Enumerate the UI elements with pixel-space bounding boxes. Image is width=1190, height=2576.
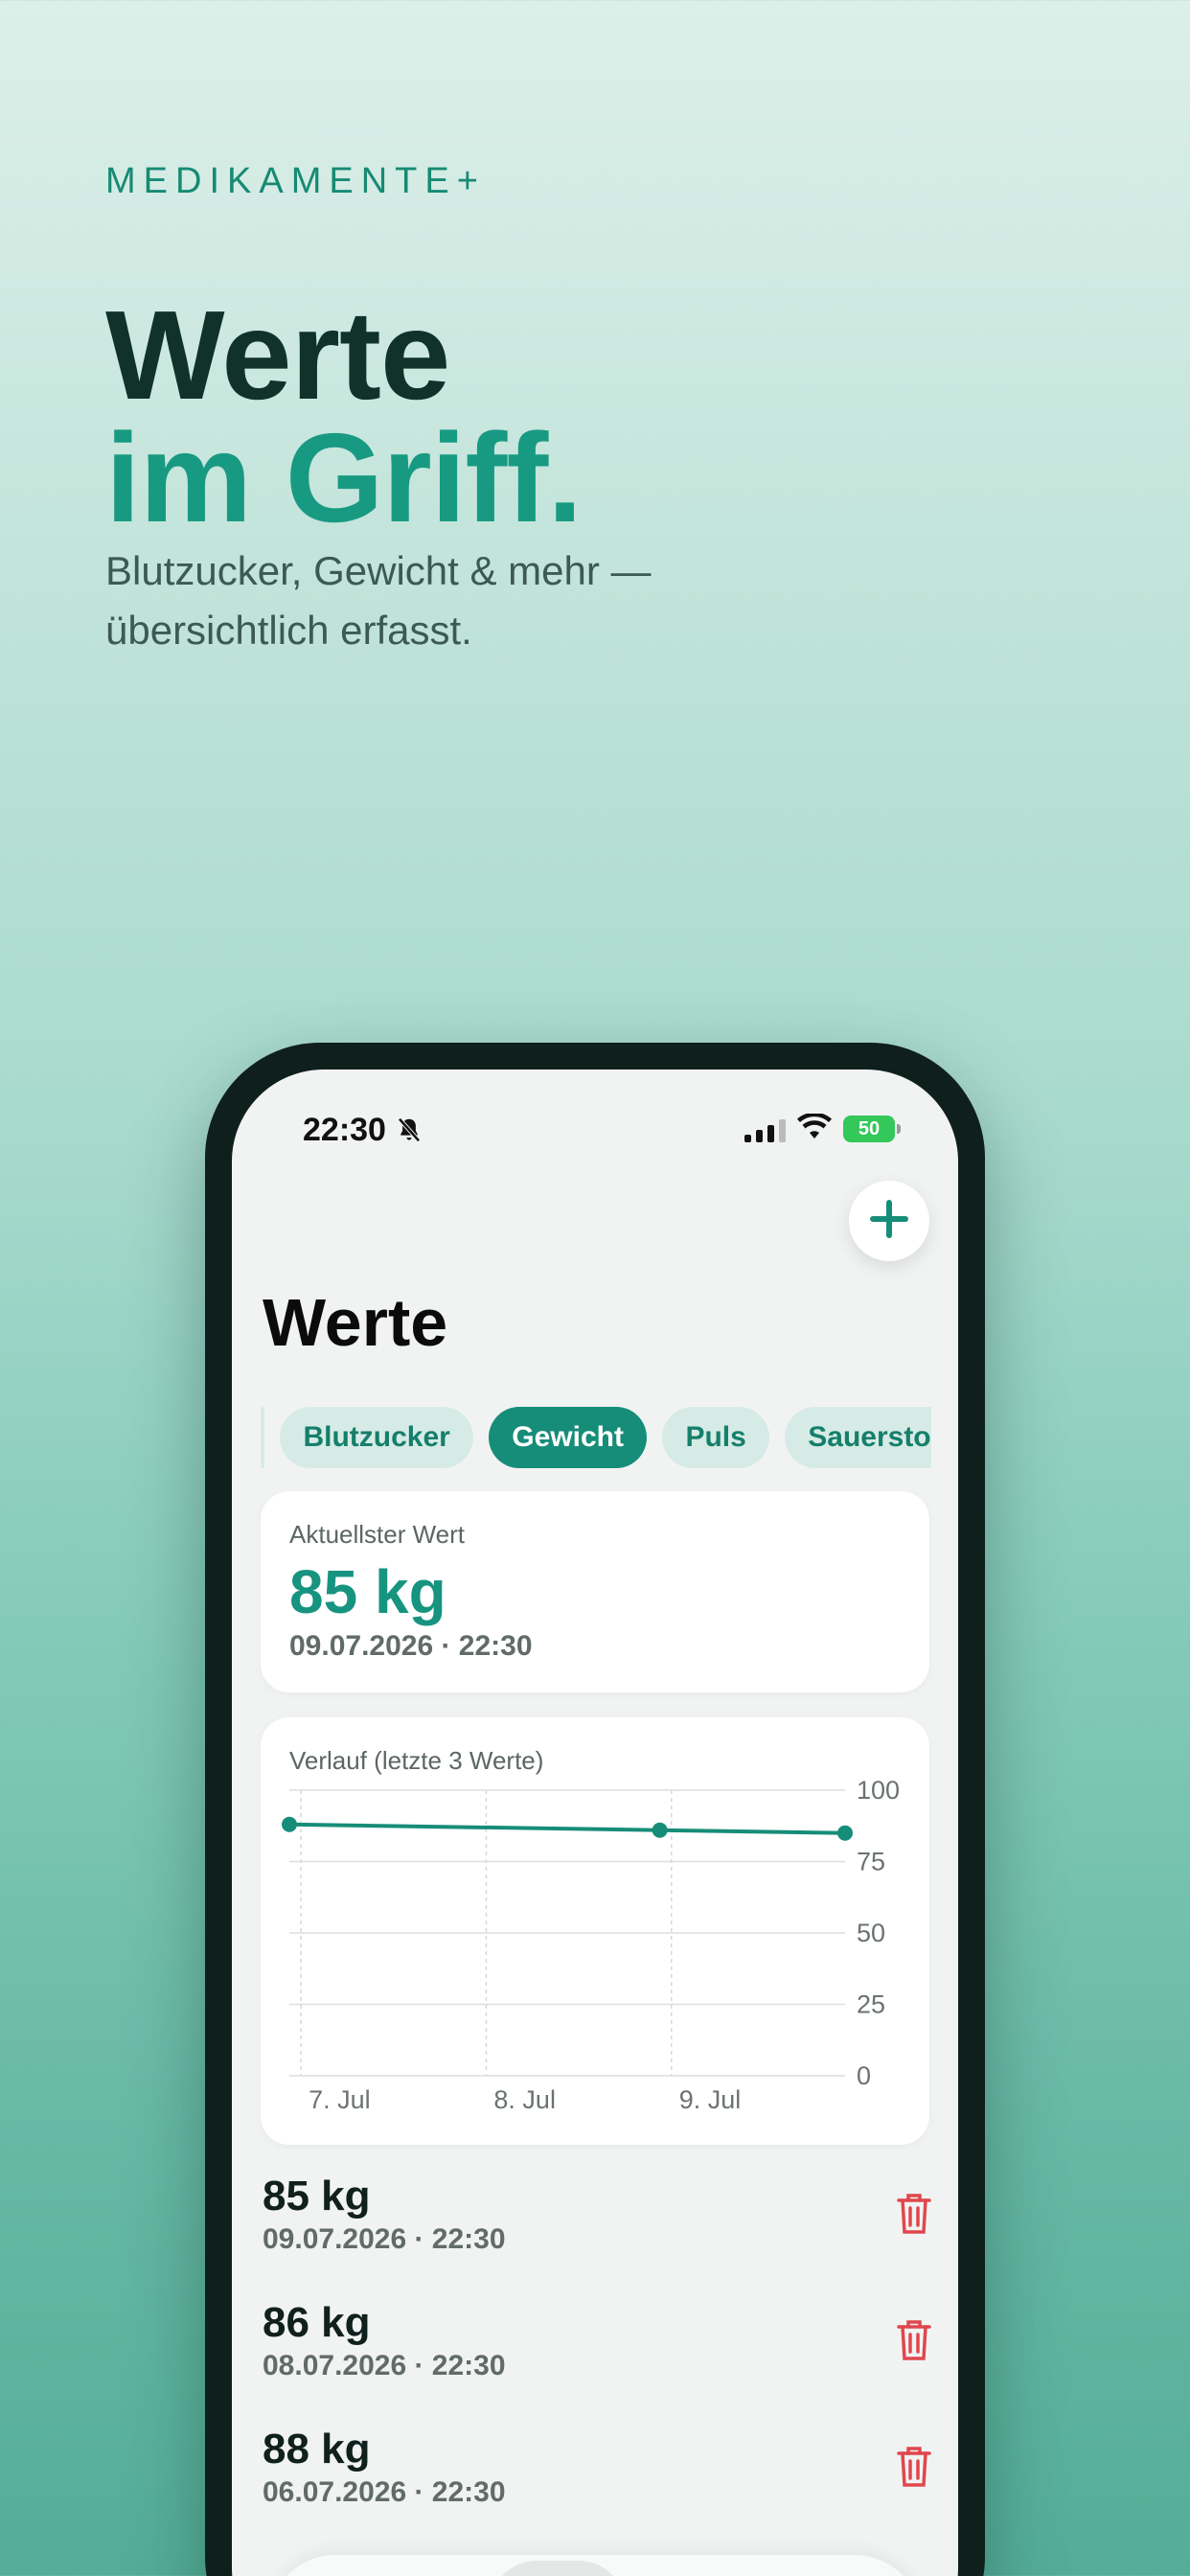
latest-value-label: Aktuellster Wert [289, 1520, 466, 1549]
cellular-signal-icon [744, 1119, 786, 1142]
filter-chip-gewicht[interactable]: Gewicht [489, 1407, 647, 1468]
battery-icon: 50 [843, 1116, 901, 1142]
filter-chip-sauerstoff[interactable]: Sauerstoff [785, 1407, 931, 1468]
phone-frame: 22:30 50 Werte Blutzucker Gewicht Puls S… [205, 1043, 985, 2576]
x-tick-label: 9. Jul [679, 2085, 742, 2114]
wifi-icon [797, 1112, 832, 1145]
trash-icon [897, 2320, 931, 2360]
bell-muted-icon [395, 1116, 423, 1149]
latest-value-card: Aktuellster Wert 85 kg 09.07.2026 · 22:3… [261, 1491, 929, 1692]
brand-label: MEDIKAMENTE+ [105, 161, 486, 201]
trend-chart: 0 25 50 75 100 7. Jul 8. Jul 9. Jul [282, 1776, 900, 2114]
y-tick-label: 50 [857, 1919, 885, 1947]
entry-row[interactable]: 86 kg 08.07.2026 · 22:30 [263, 2298, 933, 2425]
filter-chip-blutzucker[interactable]: Blutzucker [280, 1407, 473, 1468]
trash-icon [897, 2194, 931, 2234]
entry-date: 06.07.2026 · 22:30 [263, 2476, 506, 2508]
phone-screen: 22:30 50 Werte Blutzucker Gewicht Puls S… [232, 1070, 958, 2576]
headline: Werte im Griff. [105, 285, 1102, 548]
status-time: 22:30 [303, 1112, 386, 1148]
entry-value: 88 kg [263, 2426, 371, 2472]
data-point [652, 1822, 668, 1838]
subtitle: Blutzucker, Gewicht & mehr — übersichtli… [105, 541, 1102, 660]
filter-chip-previous[interactable] [261, 1407, 264, 1468]
y-tick-label: 75 [857, 1848, 885, 1876]
delete-entry-button[interactable] [895, 2317, 933, 2368]
data-point [282, 1816, 297, 1832]
plus-icon [868, 1198, 910, 1245]
tab-bar [268, 2555, 922, 2576]
entries-list: 85 kg 09.07.2026 · 22:30 86 kg 08.07.202… [263, 2172, 933, 2551]
subtitle-line-2: übersichtlich erfasst. [105, 608, 472, 653]
category-filter-chips: Blutzucker Gewicht Puls Sauerstoff [261, 1407, 931, 1470]
subtitle-line-1: Blutzucker, Gewicht & mehr — [105, 548, 652, 593]
entry-date: 09.07.2026 · 22:30 [263, 2223, 506, 2255]
y-tick-label: 25 [857, 1990, 885, 2019]
trash-icon [897, 2447, 931, 2487]
tab-values[interactable] [491, 2561, 625, 2576]
y-tick-label: 0 [857, 2061, 871, 2090]
series-line [288, 1822, 846, 1835]
x-tick-label: 7. Jul [309, 2085, 371, 2114]
entry-date: 08.07.2026 · 22:30 [263, 2350, 506, 2381]
filter-chip-puls[interactable]: Puls [662, 1407, 769, 1468]
delete-entry-button[interactable] [895, 2191, 933, 2242]
x-tick-label: 8. Jul [493, 2085, 556, 2114]
latest-value-date: 09.07.2026 · 22:30 [289, 1630, 533, 1662]
entry-row[interactable]: 85 kg 09.07.2026 · 22:30 [263, 2172, 933, 2298]
status-bar: 22:30 50 [232, 1112, 958, 1169]
delete-entry-button[interactable] [895, 2444, 933, 2495]
trend-chart-card: 0 25 50 75 100 7. Jul 8. Jul 9. Jul Verlauf (le… [261, 1717, 929, 2145]
hero: MEDIKAMENTE+ Werte im Griff. Blutzucker,… [105, 161, 1102, 660]
headline-line-2: im Griff. [105, 407, 583, 548]
entry-value: 86 kg [263, 2299, 371, 2346]
data-point [837, 1825, 853, 1841]
entry-row[interactable]: 88 kg 06.07.2026 · 22:30 [263, 2425, 933, 2551]
latest-value: 85 kg [289, 1557, 446, 1626]
page-title: Werte [263, 1285, 448, 1360]
headline-line-1: Werte [105, 285, 450, 426]
y-tick-label: 100 [857, 1776, 900, 1805]
chart-title: Verlauf (letzte 3 Werte) [289, 1746, 544, 1775]
add-value-button[interactable] [849, 1181, 929, 1261]
entry-value: 85 kg [263, 2173, 371, 2220]
